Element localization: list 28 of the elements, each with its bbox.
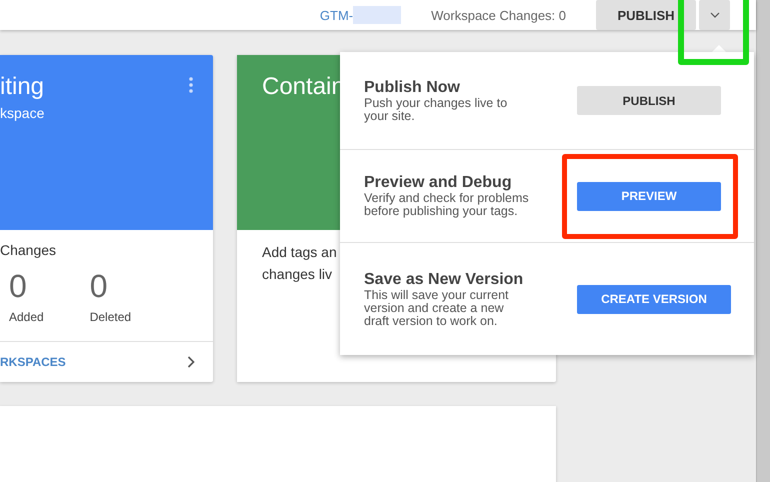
- stat-label: Deleted: [90, 310, 132, 324]
- option-title: Publish Now: [364, 78, 461, 96]
- more-icon[interactable]: [189, 77, 193, 93]
- card-title: iting: [0, 73, 44, 101]
- action-button[interactable]: PUBLISH: [577, 86, 721, 115]
- card-text: changes liv: [262, 266, 332, 282]
- action-button[interactable]: CREATE VERSION: [577, 284, 731, 314]
- container-id-link[interactable]: GTM-: [320, 8, 354, 22]
- stat-value: 0: [9, 268, 27, 304]
- option-title: Save as New Version: [364, 270, 524, 288]
- chevron-right-icon[interactable]: [187, 356, 195, 368]
- caret-icon: [710, 12, 720, 18]
- stat-label: Added: [9, 310, 44, 324]
- highlight-frame: [678, 0, 749, 65]
- changes-heading: Changes: [0, 242, 58, 258]
- dropdown-button[interactable]: [699, 0, 730, 30]
- option-title: Preview and Debug: [364, 174, 513, 192]
- stat-value: 0: [90, 268, 108, 304]
- workspace-changes-count: Workspace Changes: 0: [431, 8, 566, 22]
- publish-button[interactable]: PUBLISH: [596, 0, 696, 30]
- workspaces-link[interactable]: RKSPACES: [0, 355, 66, 369]
- redacted-block: [353, 6, 402, 24]
- card-text: Add tags an: [262, 244, 337, 260]
- option-description: Verify and check for problems before publishing your tags.: [364, 192, 529, 218]
- option-description: Push your changes live to your site.: [364, 96, 508, 122]
- option-description: This will save your current version and create a new draft version to work on.: [364, 288, 510, 328]
- card-subtitle: kspace: [0, 105, 46, 121]
- action-button[interactable]: PREVIEW: [577, 182, 721, 210]
